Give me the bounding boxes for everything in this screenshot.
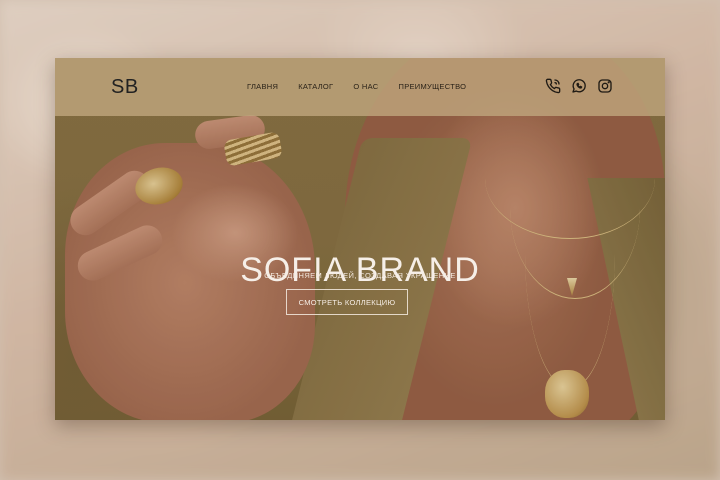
nav-catalog[interactable]: КАТАЛОГ: [298, 82, 333, 91]
nav-advantages[interactable]: ПРЕИМУЩЕСТВО: [399, 82, 467, 91]
instagram-icon[interactable]: [597, 78, 613, 94]
site-logo[interactable]: SB: [111, 76, 139, 99]
social-links: [545, 78, 613, 94]
website-preview: SB ГЛАВНЯ КАТАЛОГ О НАС ПРЕИМУЩЕСТВО SOF…: [55, 58, 665, 420]
whatsapp-icon[interactable]: [571, 78, 587, 94]
phone-icon[interactable]: [545, 78, 561, 94]
hero-subtitle: ОБЪЕДИНЯЕМ ЛЮДЕЙ, СОЗДАВАЯ УКРАШЕНИЕ: [264, 271, 456, 280]
nav-home[interactable]: ГЛАВНЯ: [247, 82, 278, 91]
nav-about[interactable]: О НАС: [353, 82, 378, 91]
view-collection-button[interactable]: СМОТРЕТЬ КОЛЛЕКЦИЮ: [286, 289, 408, 315]
site-header: SB ГЛАВНЯ КАТАЛОГ О НАС ПРЕИМУЩЕСТВО: [55, 58, 665, 116]
main-nav: ГЛАВНЯ КАТАЛОГ О НАС ПРЕИМУЩЕСТВО: [247, 82, 486, 91]
